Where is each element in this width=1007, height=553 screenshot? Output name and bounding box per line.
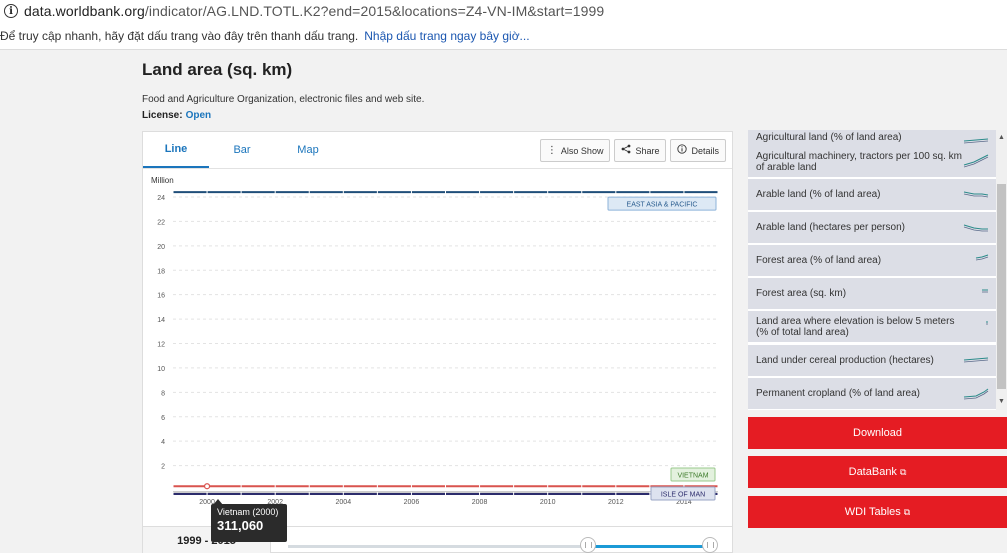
related-indicator-item[interactable]: Land under cereal production (hectares) xyxy=(748,345,996,376)
external-link-icon: ⧉ xyxy=(903,506,911,517)
bookmark-now-link[interactable]: Nhập dấu trang ngay bây giờ... xyxy=(364,29,529,43)
also-show-button[interactable]: ⋮ Also Show xyxy=(539,139,611,162)
scroll-up-arrow-icon[interactable]: ▲ xyxy=(996,132,1007,143)
related-indicator-label: Agricultural machinery, tractors per 100… xyxy=(756,150,963,173)
line-chart[interactable]: Million246810121416182022242000 2002 2004 2… xyxy=(143,172,732,526)
chart-tools: ⋮ Also Show Share Details xyxy=(539,139,726,162)
tab-map[interactable]: Map xyxy=(275,132,341,168)
related-indicator-label: Forest area (sq. km) xyxy=(756,288,847,299)
x-tick-label: 2004 xyxy=(336,499,352,506)
y-tick-label: 14 xyxy=(157,317,165,324)
license-row: License: Open xyxy=(142,110,211,121)
share-button[interactable]: Share xyxy=(614,139,667,162)
sparkline-icon xyxy=(963,224,988,232)
tooltip-value: 311,060 xyxy=(217,518,264,533)
wdi-tables-button[interactable]: WDI Tables ⧉ xyxy=(748,496,1007,528)
related-scrollbar[interactable]: ▲ ▼ xyxy=(996,130,1007,410)
y-tick-label: 20 xyxy=(157,244,165,251)
sparkline-icon xyxy=(975,254,989,261)
series-label: ISLE OF MAN xyxy=(661,492,705,499)
url-path: /indicator/AG.LND.TOTL.K2?end=2015&locat… xyxy=(144,3,605,19)
related-indicator-item[interactable]: Forest area (sq. km) xyxy=(748,278,996,309)
details-label: Details xyxy=(691,145,719,156)
x-tick-label: 2008 xyxy=(472,499,488,506)
related-indicator-label: Land under cereal production (hectares) xyxy=(756,355,934,366)
related-indicator-item[interactable]: Agricultural machinery, tractors per 100… xyxy=(748,146,996,177)
sparkline-icon xyxy=(982,289,988,293)
related-indicator-item[interactable]: Arable land (hectares per person) xyxy=(748,212,996,243)
download-label: Download xyxy=(853,427,902,439)
chart-tooltip: Vietnam (2000) 311,060 xyxy=(211,499,287,542)
info-circle-icon xyxy=(677,144,688,157)
download-button[interactable]: Download xyxy=(748,417,1007,449)
chart-panel: Line Bar Map ⋮ Also Show Share Details Mi… xyxy=(142,131,733,553)
url-host: data.worldbank.org xyxy=(24,3,145,19)
year-slider-selection xyxy=(588,545,713,548)
series-label: VIETNAM xyxy=(677,473,708,480)
related-indicator-label: Land area where elevation is below 5 met… xyxy=(756,315,955,338)
sparkline-icon xyxy=(986,321,988,325)
sparkline-icon xyxy=(963,357,989,363)
more-vertical-icon: ⋮ xyxy=(546,145,557,156)
databank-label: DataBank xyxy=(848,466,897,478)
sparkline-icon xyxy=(963,191,989,198)
y-tick-label: 18 xyxy=(157,268,165,275)
y-tick-label: 2 xyxy=(161,464,165,471)
page-title: Land area (sq. km) xyxy=(142,60,293,79)
url-text[interactable]: data.worldbank.org/indicator/AG.LND.TOTL… xyxy=(24,3,604,19)
y-tick-label: 16 xyxy=(157,293,165,300)
highlighted-point xyxy=(203,483,211,490)
also-show-label: Also Show xyxy=(560,145,604,156)
info-icon[interactable]: i xyxy=(4,4,18,18)
bookmark-bar: Để truy cập nhanh, hãy đặt dấu trang vào… xyxy=(0,22,1007,50)
series-label: EAST ASIA & PACIFIC xyxy=(627,202,698,209)
related-indicator-item[interactable]: Arable land (% of land area) xyxy=(748,179,996,210)
license-link[interactable]: Open xyxy=(186,110,212,121)
share-icon xyxy=(621,144,631,157)
y-tick-label: 10 xyxy=(157,366,165,373)
related-indicator-label: Forest area (% of land area) xyxy=(756,255,882,266)
related-indicator-label: Arable land (hectares per person) xyxy=(756,222,905,233)
sparkline-icon xyxy=(963,154,989,168)
year-slider-start-handle[interactable] xyxy=(580,537,596,553)
related-indicators-list[interactable]: Agricultural land (% of land area) Agricu… xyxy=(748,130,996,410)
address-bar[interactable]: i data.worldbank.org/indicator/AG.LND.TO… xyxy=(0,0,1007,22)
tabs-divider xyxy=(143,168,732,169)
sparkline-icon xyxy=(963,388,989,400)
y-tick-label: 12 xyxy=(157,342,165,349)
databank-button[interactable]: DataBank ⧉ xyxy=(748,456,1007,488)
details-button[interactable]: Details xyxy=(670,139,726,162)
wdi-tables-label: WDI Tables xyxy=(844,506,901,518)
related-indicator-item[interactable]: Permanent cropland (% of land area) xyxy=(748,378,996,409)
y-tick-label: 6 xyxy=(161,415,165,422)
x-tick-label: 2006 xyxy=(404,499,420,506)
scroll-down-arrow-icon[interactable]: ▼ xyxy=(996,396,1007,407)
y-tick-label: 4 xyxy=(161,439,165,446)
bookmark-message: Để truy cập nhanh, hãy đặt dấu trang vào… xyxy=(0,28,359,43)
scroll-thumb[interactable] xyxy=(997,184,1006,389)
x-tick-label: 2012 xyxy=(608,499,624,506)
tab-bar[interactable]: Bar xyxy=(209,132,275,168)
y-axis-unit-label: Million xyxy=(151,176,174,185)
tooltip-label: Vietnam (2000) xyxy=(217,507,279,517)
chart-tabs: Line Bar Map xyxy=(143,132,341,168)
sparkline-icon xyxy=(963,138,989,144)
external-link-icon: ⧉ xyxy=(899,466,907,477)
tab-line[interactable]: Line xyxy=(143,132,209,168)
x-tick-label: 2010 xyxy=(540,499,556,506)
y-tick-label: 22 xyxy=(157,219,165,226)
related-indicator-item[interactable]: Land area where elevation is below 5 met… xyxy=(748,311,996,342)
year-slider-end-handle[interactable] xyxy=(702,537,718,553)
related-indicator-item[interactable]: Forest area (% of land area) xyxy=(748,245,996,276)
share-label: Share xyxy=(635,145,660,156)
related-indicator-label: Permanent cropland (% of land area) xyxy=(756,388,920,399)
y-tick-label: 24 xyxy=(157,195,165,202)
y-tick-label: 8 xyxy=(161,390,165,397)
related-indicator-label: Arable land (% of land area) xyxy=(756,189,881,200)
related-indicator-label: Agricultural land (% of land area) xyxy=(756,132,902,143)
license-label: License: xyxy=(142,110,183,121)
source-text: Food and Agriculture Organization, elect… xyxy=(142,94,425,105)
